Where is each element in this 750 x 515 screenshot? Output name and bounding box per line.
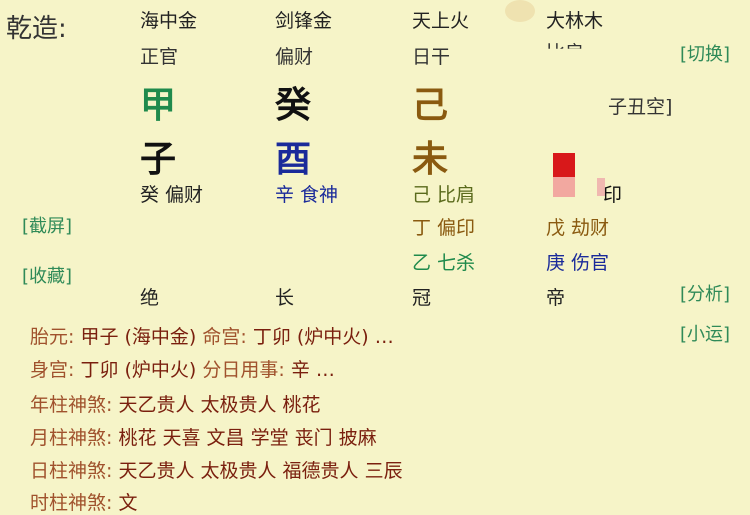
info-value-2: 辛 … bbox=[290, 359, 335, 381]
info-label: 日柱神煞: bbox=[30, 460, 113, 482]
shishen-day: 日干 bbox=[412, 46, 451, 68]
info-value-2: 丁卯 (炉中火) … bbox=[252, 326, 394, 348]
info-label-2: 命宫: bbox=[202, 326, 247, 348]
switch-button[interactable]: [切换] bbox=[680, 40, 730, 66]
screenshot-button[interactable]: [截屏] bbox=[22, 212, 72, 238]
hidden-day-3: 乙 七杀 bbox=[412, 252, 476, 274]
info-label: 月柱神煞: bbox=[30, 427, 113, 449]
favorite-button[interactable]: [收藏] bbox=[22, 262, 72, 288]
kongwang-label: 子丑空] bbox=[608, 96, 673, 118]
info-value: 桃花 天喜 文昌 学堂 丧门 披麻 bbox=[118, 427, 377, 449]
info-label: 身宫: bbox=[30, 359, 75, 381]
red-marker bbox=[553, 153, 575, 177]
chart-title: 乾造: bbox=[6, 14, 67, 44]
info-label: 时柱神煞: bbox=[30, 492, 113, 514]
info-value: 丁卯 (炉中火) bbox=[80, 359, 197, 381]
stage-hour: 帝 bbox=[546, 287, 566, 309]
info-value: 天乙贵人 太极贵人 福德贵人 三辰 bbox=[118, 460, 403, 482]
analysis-button[interactable]: [分析] bbox=[680, 280, 730, 306]
nayin-month: 剑锋金 bbox=[275, 10, 333, 32]
info-row-month-shensha: 月柱神煞: 桃花 天喜 文昌 学堂 丧门 披麻 bbox=[30, 423, 377, 450]
info-label-2: 分日用事: bbox=[202, 359, 285, 381]
nayin-year: 海中金 bbox=[140, 10, 198, 32]
branch-day: 未 bbox=[412, 139, 449, 180]
decorative-cloud-icon bbox=[505, 0, 535, 22]
info-value: 甲子 (海中金) bbox=[80, 326, 197, 348]
hidden-day-2: 丁 偏印 bbox=[412, 217, 476, 239]
info-value: 天乙贵人 太极贵人 桃花 bbox=[118, 394, 321, 416]
info-row-taiyuan: 胎元: 甲子 (海中金) 命宫: 丁卯 (炉中火) … bbox=[30, 322, 394, 349]
info-row-day-shensha: 日柱神煞: 天乙贵人 太极贵人 福德贵人 三辰 bbox=[30, 456, 403, 483]
info-row-hour-shensha: 时柱神煞: 文 bbox=[30, 488, 137, 515]
stem-day: 己 bbox=[412, 85, 449, 126]
stem-year: 甲 bbox=[140, 85, 177, 126]
hidden-hour-2: 戊 劫财 bbox=[546, 217, 610, 239]
shishen-month: 偏财 bbox=[275, 46, 314, 68]
info-label: 胎元: bbox=[30, 326, 75, 348]
shishen-hour: 比肩 bbox=[546, 42, 585, 64]
shishen-year: 正官 bbox=[140, 46, 179, 68]
hidden-month: 辛 食神 bbox=[275, 184, 339, 206]
stage-day: 冠 bbox=[412, 287, 432, 309]
stage-year: 绝 bbox=[140, 287, 160, 309]
nayin-day: 天上火 bbox=[412, 10, 470, 32]
hidden-day-1: 己 比肩 bbox=[412, 184, 476, 206]
info-row-shengong: 身宫: 丁卯 (炉中火) 分日用事: 辛 … bbox=[30, 355, 335, 382]
info-row-year-shensha: 年柱神煞: 天乙贵人 太极贵人 桃花 bbox=[30, 390, 321, 417]
branch-year: 子 bbox=[140, 139, 177, 180]
hidden-year: 癸 偏财 bbox=[140, 184, 204, 206]
stage-month: 长 bbox=[275, 287, 295, 309]
info-value: 文 bbox=[118, 492, 138, 514]
nayin-hour: 大林木 bbox=[546, 10, 604, 32]
pink-marker bbox=[553, 177, 575, 197]
info-label: 年柱神煞: bbox=[30, 394, 113, 416]
hidden-hour-1: 印 bbox=[603, 184, 623, 206]
stem-month: 癸 bbox=[275, 85, 312, 126]
branch-month: 酉 bbox=[275, 139, 312, 180]
xiaoyun-button[interactable]: [小运] bbox=[680, 320, 730, 346]
hidden-hour-3: 庚 伤官 bbox=[546, 252, 610, 274]
